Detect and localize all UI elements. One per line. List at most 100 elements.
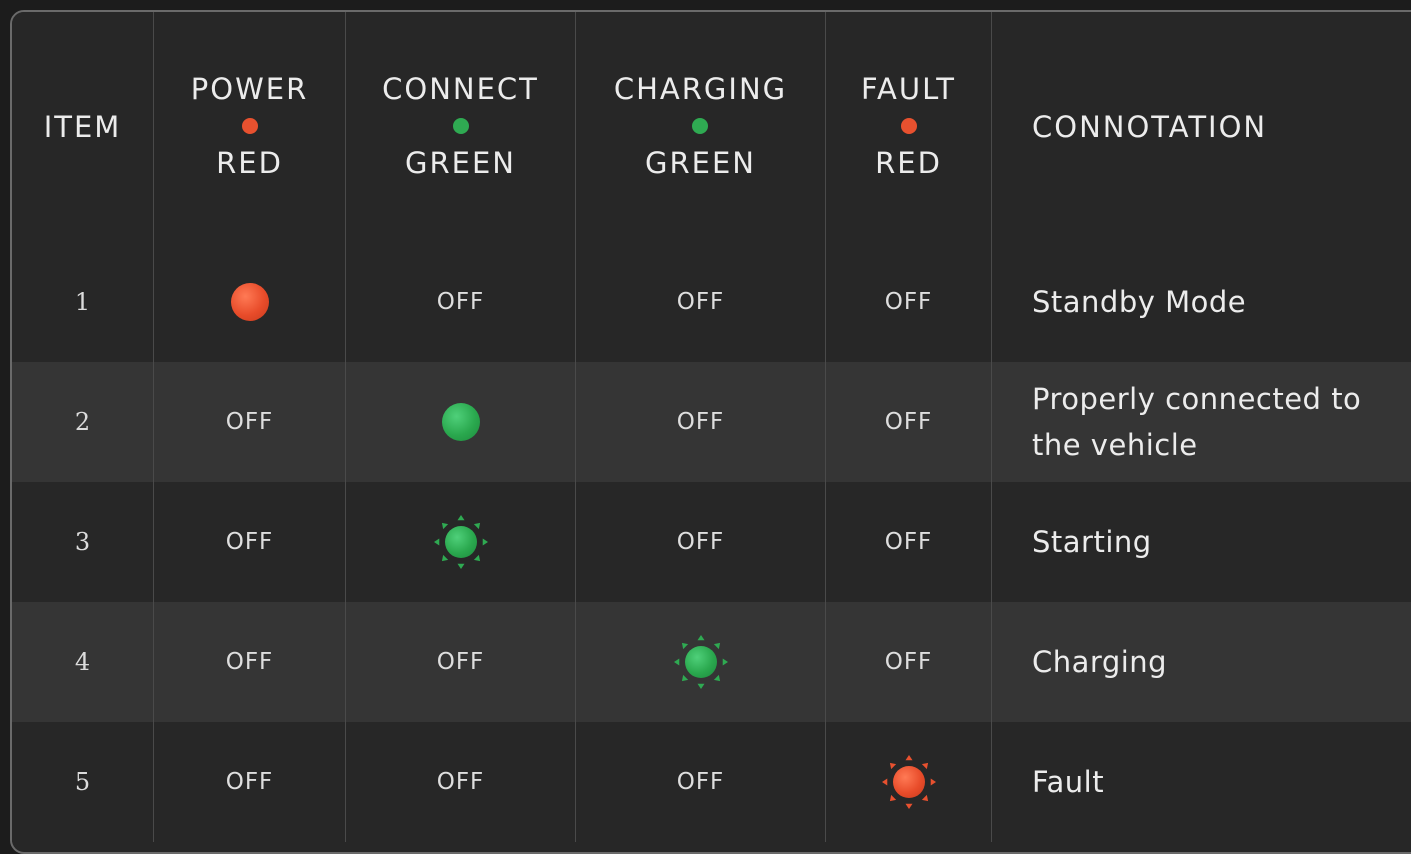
header-connect-color: GREEN bbox=[405, 146, 516, 180]
green-dot-icon bbox=[452, 118, 469, 134]
table-row: 2 OFF OFF OFF Properly connected to the vehic… bbox=[12, 362, 1411, 482]
blink-ray bbox=[881, 778, 887, 786]
blink-ray bbox=[904, 803, 913, 809]
connect-off-label: OFF bbox=[436, 649, 485, 675]
blink-ray bbox=[681, 642, 688, 650]
blink-ray bbox=[433, 538, 439, 546]
header-connect-title: CONNECT bbox=[382, 72, 539, 106]
cell-connect bbox=[346, 362, 576, 482]
cell-power: OFF bbox=[154, 362, 346, 482]
blink-ray bbox=[889, 762, 896, 770]
connotation-line: Fault bbox=[1032, 765, 1105, 799]
blink-ray bbox=[930, 778, 936, 786]
charging-off-label: OFF bbox=[676, 409, 725, 435]
item-number: 5 bbox=[74, 768, 91, 796]
connect-off-label: OFF bbox=[436, 769, 485, 795]
header-charging: CHARGING GREEN bbox=[576, 12, 826, 242]
blink-ray bbox=[889, 794, 896, 802]
cell-connect: OFF bbox=[346, 242, 576, 362]
cell-charging bbox=[576, 602, 826, 722]
header-charging-title: CHARGING bbox=[613, 72, 788, 106]
blink-ray bbox=[722, 658, 728, 666]
cell-fault bbox=[826, 722, 992, 842]
cell-item: 4 bbox=[12, 602, 154, 722]
connotation-line: Standby Mode bbox=[1032, 285, 1247, 319]
table-row: 5 OFF OFF OFF Fault bbox=[12, 722, 1411, 842]
connotation-text: Standby Mode bbox=[1032, 279, 1246, 325]
blink-ray bbox=[921, 762, 928, 770]
blink-ray bbox=[456, 515, 465, 521]
cell-connect: OFF bbox=[346, 602, 576, 722]
green-lamp-blinking-icon bbox=[431, 512, 491, 572]
green-lamp-on-icon bbox=[441, 403, 480, 441]
connotation-line: Starting bbox=[1032, 525, 1152, 559]
green-lamp-icon bbox=[444, 526, 477, 558]
red-dot-icon bbox=[900, 118, 917, 134]
connotation-text: Properly connected to the vehicle bbox=[1032, 376, 1361, 468]
connotation-text: Starting bbox=[1032, 519, 1152, 565]
indicator-table: ITEM POWER RED CONNECT GREEN CHARGING GR… bbox=[12, 12, 1411, 842]
cell-charging: OFF bbox=[576, 482, 826, 602]
blink-ray bbox=[713, 642, 720, 650]
blink-ray bbox=[441, 522, 448, 530]
header-power-title: POWER bbox=[190, 72, 309, 106]
cell-power: OFF bbox=[154, 722, 346, 842]
blink-ray bbox=[456, 563, 465, 569]
cell-fault: OFF bbox=[826, 482, 992, 602]
header-connect: CONNECT GREEN bbox=[346, 12, 576, 242]
blink-ray bbox=[921, 794, 928, 802]
header-fault: FAULT RED bbox=[826, 12, 992, 242]
cell-item: 5 bbox=[12, 722, 154, 842]
indicator-table-frame: ITEM POWER RED CONNECT GREEN CHARGING GR… bbox=[10, 10, 1411, 854]
cell-power: OFF bbox=[154, 602, 346, 722]
table-row: 4 OFF OFF OFF Charging bbox=[12, 602, 1411, 722]
cell-power: OFF bbox=[154, 482, 346, 602]
item-number: 3 bbox=[74, 528, 91, 556]
red-lamp-blinking-icon bbox=[879, 752, 939, 812]
cell-connotation: Standby Mode bbox=[992, 242, 1411, 362]
blink-ray bbox=[713, 674, 720, 682]
header-power: POWER RED bbox=[154, 12, 346, 242]
cell-connect bbox=[346, 482, 576, 602]
connotation-line: Properly connected to bbox=[1032, 382, 1362, 416]
cell-item: 3 bbox=[12, 482, 154, 602]
fault-off-label: OFF bbox=[884, 649, 933, 675]
connotation-text: Fault bbox=[1032, 759, 1104, 805]
cell-power bbox=[154, 242, 346, 362]
red-lamp-on-icon bbox=[230, 283, 269, 321]
cell-connect: OFF bbox=[346, 722, 576, 842]
connect-off-label: OFF bbox=[436, 289, 485, 315]
fault-off-label: OFF bbox=[884, 289, 933, 315]
blink-ray bbox=[473, 522, 480, 530]
table-row: 1 OFF OFF OFF Standby Mode bbox=[12, 242, 1411, 362]
header-fault-color: RED bbox=[875, 146, 942, 180]
header-connotation-label: CONNOTATION bbox=[1032, 110, 1268, 144]
cell-charging: OFF bbox=[576, 242, 826, 362]
blink-ray bbox=[904, 755, 913, 761]
cell-item: 2 bbox=[12, 362, 154, 482]
cell-fault: OFF bbox=[826, 362, 992, 482]
header-connotation: CONNOTATION bbox=[992, 12, 1411, 242]
header-fault-title: FAULT bbox=[861, 72, 956, 106]
power-off-label: OFF bbox=[225, 769, 274, 795]
cell-connotation: Properly connected to the vehicle bbox=[992, 362, 1411, 482]
cell-charging: OFF bbox=[576, 362, 826, 482]
cell-fault: OFF bbox=[826, 602, 992, 722]
blink-ray bbox=[673, 658, 679, 666]
item-number: 1 bbox=[74, 288, 91, 316]
cell-connotation: Charging bbox=[992, 602, 1411, 722]
table-row: 3 OFF OFF OFF Starting bbox=[12, 482, 1411, 602]
green-lamp-blinking-icon bbox=[671, 632, 731, 692]
connotation-line: Charging bbox=[1032, 645, 1168, 679]
red-dot-icon bbox=[241, 118, 258, 134]
header-power-color: RED bbox=[216, 146, 283, 180]
green-lamp-icon bbox=[684, 646, 717, 678]
red-lamp-icon bbox=[892, 766, 925, 798]
item-number: 4 bbox=[74, 648, 91, 676]
green-dot-icon bbox=[692, 118, 709, 134]
cell-connotation: Fault bbox=[992, 722, 1411, 842]
table-header-row: ITEM POWER RED CONNECT GREEN CHARGING GR… bbox=[12, 12, 1411, 242]
blink-ray bbox=[696, 635, 705, 641]
item-number: 2 bbox=[74, 408, 91, 436]
power-off-label: OFF bbox=[225, 409, 274, 435]
